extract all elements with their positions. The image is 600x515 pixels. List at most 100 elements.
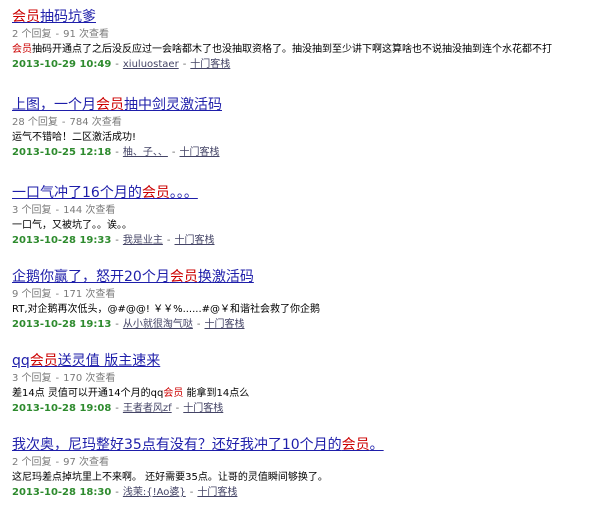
view-count: 784 次查看 — [69, 117, 122, 128]
highlight-term: 会员 — [163, 388, 184, 399]
reply-count: 28 个回复 — [12, 117, 58, 128]
result-footer: 2013-10-28 19:33- 我是业主 - 十门客栈 — [12, 234, 600, 248]
view-count: 97 次查看 — [63, 457, 110, 468]
result-title-link[interactable]: 上图，一个月会员抽中剑灵激活码 — [12, 96, 600, 114]
stats-separator: - — [55, 289, 60, 300]
title-text: 上图，一个月 — [12, 97, 96, 113]
reply-count: 3 个回复 — [12, 373, 52, 384]
post-date: 2013-10-25 12:18 — [12, 147, 112, 158]
highlight-term: 会员 — [96, 97, 124, 113]
highlight-term: 会员 — [29, 353, 58, 369]
result-footer: 2013-10-25 12:18- 柚、子、、 - 十门客栈 — [12, 146, 600, 160]
result-item: 一口气冲了16个月的会员。。。 3 个回复 -144 次查看 一口气，又被坑了。。诶。… — [12, 184, 600, 248]
highlight-term: 会员 — [341, 437, 370, 453]
result-footer: 2013-10-29 10:49- xiuluostaer - 十门客栈 — [12, 58, 600, 72]
result-snippet: 运气不错哈！二区激活成功! — [12, 131, 600, 145]
reply-count: 2 个回复 — [12, 29, 52, 40]
result-stats: 3 个回复 -144 次查看 — [12, 204, 600, 218]
result-title-link[interactable]: qq会员送灵值 版主速来 — [12, 352, 600, 370]
result-stats: 2 个回复 -97 次查看 — [12, 456, 600, 470]
forum-link[interactable]: 十门客栈 — [197, 487, 237, 498]
result-stats: 9 个回复 -171 次查看 — [12, 288, 600, 302]
snippet-text: 能拿到14点么 — [183, 388, 250, 399]
title-text: 企鹅你赢了，怒开20个月 — [12, 269, 170, 285]
result-footer: 2013-10-28 19:08- 王者者风zf - 十门客栈 — [12, 402, 600, 416]
snippet-text: 这尼玛差点掉坑里上不来啊。 还好需要35点。让哥的灵值瞬间够换了。 — [12, 472, 328, 483]
footer-separator: - — [171, 147, 176, 158]
result-stats: 2 个回复 -91 次查看 — [12, 28, 600, 42]
highlight-term: 会员 — [12, 9, 40, 25]
title-text: 抽码坑爹 — [40, 9, 96, 25]
post-date: 2013-10-28 18:30 — [12, 487, 112, 498]
snippet-text: 一口气，又被坑了。。诶。。 — [12, 220, 132, 231]
forum-link[interactable]: 十门客栈 — [190, 59, 230, 70]
title-text: 。。。 — [169, 185, 198, 201]
reply-count: 2 个回复 — [12, 457, 52, 468]
stats-separator: - — [55, 205, 60, 216]
result-title-link[interactable]: 会员抽码坑爹 — [12, 8, 600, 26]
reply-count: 9 个回复 — [12, 289, 52, 300]
snippet-text: 差14点 灵值可以开通14个月的qq — [12, 388, 164, 399]
result-snippet: 一口气，又被坑了。。诶。。 — [12, 219, 600, 233]
footer-separator: - — [196, 319, 201, 330]
result-title-link[interactable]: 企鹅你赢了，怒开20个月会员换激活码 — [12, 268, 600, 286]
snippet-text: 抽码开通点了之后没反应过一会啥都木了也没抽取资格了。抽没抽到至少讲下啊这算啥也不… — [32, 44, 552, 55]
result-stats: 28 个回复 -784 次查看 — [12, 116, 600, 130]
footer-separator: - — [189, 487, 194, 498]
footer-separator: - — [115, 147, 119, 158]
title-text: 。 — [369, 437, 384, 453]
footer-separator: - — [115, 59, 119, 70]
author-link[interactable]: 从小就很淘气哒 — [123, 319, 193, 330]
search-results: 会员抽码坑爹 2 个回复 -91 次查看 会员抽码开通点了之后没反应过一会啥都木了也没… — [0, 0, 600, 515]
stats-separator: - — [55, 457, 60, 468]
title-text: 换激活码 — [197, 269, 254, 285]
highlight-term: 会员 — [141, 185, 170, 201]
view-count: 144 次查看 — [63, 205, 116, 216]
result-item: qq会员送灵值 版主速来 3 个回复 -170 次查看 差14点 灵值可以开通14个月… — [12, 352, 600, 416]
title-text: 一口气冲了16个月的 — [12, 185, 142, 201]
author-link[interactable]: 浅茉:{!Ao婆} — [123, 487, 186, 498]
view-count: 170 次查看 — [63, 373, 116, 384]
forum-link[interactable]: 十门客栈 — [180, 147, 220, 158]
post-date: 2013-10-28 19:33 — [12, 235, 112, 246]
forum-link[interactable]: 十门客栈 — [175, 235, 215, 246]
result-item: 我次奥，尼玛整好35点有没有？还好我冲了10个月的会员。 2 个回复 -97 次查看… — [12, 436, 600, 500]
reply-count: 3 个回复 — [12, 205, 52, 216]
stats-separator: - — [55, 373, 60, 384]
title-text: 抽中剑灵激活码 — [124, 97, 222, 113]
view-count: 91 次查看 — [63, 29, 110, 40]
result-snippet: 这尼玛差点掉坑里上不来啊。 还好需要35点。让哥的灵值瞬间够换了。 — [12, 471, 600, 485]
footer-separator: - — [175, 403, 180, 414]
author-link[interactable]: xiuluostaer — [123, 59, 179, 70]
author-link[interactable]: 我是业主 — [123, 235, 163, 246]
forum-link[interactable]: 十门客栈 — [205, 319, 245, 330]
footer-separator: - — [182, 59, 187, 70]
author-link[interactable]: 王者者风zf — [123, 403, 172, 414]
result-snippet: RT,对企鹅再次低头，@#@@! ￥￥%......#@￥和谐社会救了你企鹅 — [12, 303, 600, 317]
result-title-link[interactable]: 一口气冲了16个月的会员。。。 — [12, 184, 600, 202]
highlight-term: 会员 — [12, 44, 32, 55]
result-item: 上图，一个月会员抽中剑灵激活码 28 个回复 -784 次查看 运气不错哈！二区激活成… — [12, 96, 600, 160]
result-footer: 2013-10-28 18:30- 浅茉:{!Ao婆} - 十门客栈 — [12, 486, 600, 500]
post-date: 2013-10-28 19:13 — [12, 319, 112, 330]
forum-link[interactable]: 十门客栈 — [183, 403, 223, 414]
view-count: 171 次查看 — [63, 289, 116, 300]
author-link[interactable]: 柚、子、、 — [123, 147, 168, 158]
footer-separator: - — [166, 235, 171, 246]
result-title-link[interactable]: 我次奥，尼玛整好35点有没有？还好我冲了10个月的会员。 — [12, 436, 600, 454]
post-date: 2013-10-29 10:49 — [12, 59, 112, 70]
result-item: 会员抽码坑爹 2 个回复 -91 次查看 会员抽码开通点了之后没反应过一会啥都木了也没… — [12, 8, 600, 72]
stats-separator: - — [55, 29, 60, 40]
result-item: 企鹅你赢了，怒开20个月会员换激活码 9 个回复 -171 次查看 RT,对企鹅再次低… — [12, 268, 600, 332]
result-footer: 2013-10-28 19:13- 从小就很淘气哒 - 十门客栈 — [12, 318, 600, 332]
title-text: qq — [12, 353, 30, 369]
footer-separator: - — [115, 235, 119, 246]
title-text: 送灵值 版主速来 — [57, 353, 161, 369]
footer-separator: - — [115, 319, 119, 330]
stats-separator: - — [61, 117, 66, 128]
result-snippet: 会员抽码开通点了之后没反应过一会啥都木了也没抽取资格了。抽没抽到至少讲下啊这算啥… — [12, 43, 600, 57]
footer-separator: - — [115, 403, 119, 414]
snippet-text: RT,对企鹅再次低头，@#@@! ￥￥%......#@￥和谐社会救了你企鹅 — [12, 304, 321, 315]
footer-separator: - — [115, 487, 119, 498]
snippet-text: 运气不错哈！二区激活成功! — [12, 132, 137, 143]
